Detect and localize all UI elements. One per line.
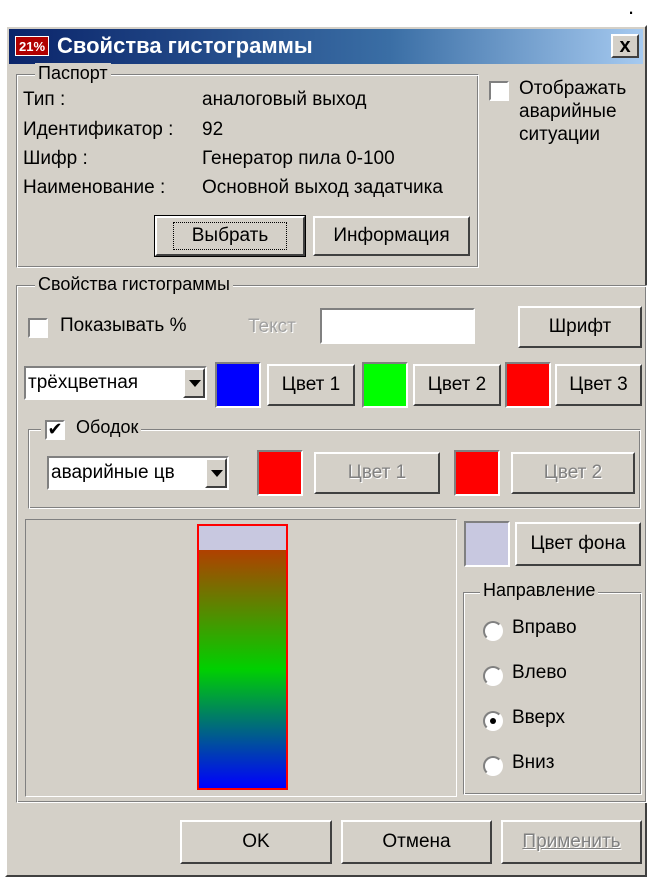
close-button[interactable]: x [611, 34, 639, 58]
passport-legend: Паспорт [35, 63, 111, 84]
alarm-label-line-3: ситуации [519, 124, 600, 145]
show-percent-checkbox[interactable] [28, 318, 48, 338]
background-color-button[interactable]: Цвет фона [515, 522, 641, 566]
cancel-button[interactable]: Отмена [341, 820, 492, 864]
corner-mark: . [628, 0, 635, 19]
radio-dot [490, 718, 496, 724]
border-color1-swatch [257, 450, 303, 496]
direction-down-label: Вниз [512, 752, 555, 773]
chevron-down-icon[interactable] [183, 368, 205, 398]
border-color1-button[interactable]: Цвет 1 [314, 452, 440, 494]
color3-button[interactable]: Цвет 3 [555, 364, 642, 406]
direction-up-radio[interactable] [483, 711, 503, 731]
border-legend-wrap: ✔ Ободок [41, 417, 142, 440]
direction-left-radio[interactable] [483, 666, 503, 686]
alarm-label-line-2: аварийные [519, 101, 617, 122]
identifier-value: 92 [202, 119, 224, 140]
direction-right-label: Вправо [512, 617, 577, 638]
info-button[interactable]: Информация [313, 216, 470, 256]
type-label: Тип : [23, 89, 66, 110]
select-button[interactable]: Выбрать [154, 215, 306, 257]
name-label: Наименование : [23, 177, 166, 198]
alarm-label: Отображать аварийные ситуации [519, 77, 626, 146]
cipher-label: Шифр : [23, 148, 88, 169]
direction-down-radio[interactable] [483, 756, 503, 776]
text-label: Текст [248, 316, 296, 337]
close-icon: x [619, 35, 631, 57]
chevron-down-icon[interactable] [205, 458, 227, 488]
direction-left-label: Влево [512, 662, 567, 683]
apply-button[interactable]: Применить [501, 820, 642, 864]
alarm-label-line-1: Отображать [519, 78, 627, 99]
font-button[interactable]: Шрифт [518, 306, 642, 348]
background-color-swatch [464, 521, 510, 567]
type-value: аналоговый выход [202, 89, 367, 110]
title-bar[interactable]: 21% Свойства гистограммы x [9, 29, 643, 64]
border-color2-button[interactable]: Цвет 2 [511, 452, 635, 494]
show-percent-label: Показывать % [60, 315, 187, 336]
border-mode-select[interactable]: аварийные цв [47, 456, 229, 490]
color1-swatch [215, 362, 261, 408]
color3-swatch [505, 362, 551, 408]
histogram-bar [197, 524, 288, 790]
border-legend: Ободок [76, 417, 139, 437]
color2-swatch [362, 362, 408, 408]
border-mode-value: аварийные цв [51, 462, 175, 483]
ok-button[interactable]: OK [180, 820, 332, 864]
direction-legend: Направление [480, 580, 599, 601]
color-mode-value: трёхцветная [28, 372, 139, 393]
name-value: Основной выход задатчика [202, 177, 443, 198]
histogram-legend: Свойства гистограммы [35, 274, 233, 295]
border-color2-swatch [454, 450, 500, 496]
color-mode-select[interactable]: трёхцветная [24, 366, 207, 400]
cipher-value: Генератор пила 0-100 [202, 148, 395, 169]
direction-right-radio[interactable] [483, 621, 503, 641]
border-checkbox[interactable]: ✔ [45, 420, 65, 440]
direction-up-label: Вверх [512, 707, 565, 728]
text-input[interactable] [320, 308, 475, 344]
window-title: Свойства гистограммы [57, 33, 313, 58]
alarm-checkbox[interactable] [489, 81, 509, 101]
histogram-properties-dialog: 21% Свойства гистограммы x Паспорт Тип :… [5, 25, 647, 877]
color1-button[interactable]: Цвет 1 [267, 364, 355, 406]
select-button-label: Выбрать [172, 222, 288, 250]
color2-button[interactable]: Цвет 2 [413, 364, 501, 406]
app-icon: 21% [15, 36, 49, 56]
histogram-bar-fill [199, 549, 286, 788]
identifier-label: Идентификатор : [23, 119, 174, 140]
